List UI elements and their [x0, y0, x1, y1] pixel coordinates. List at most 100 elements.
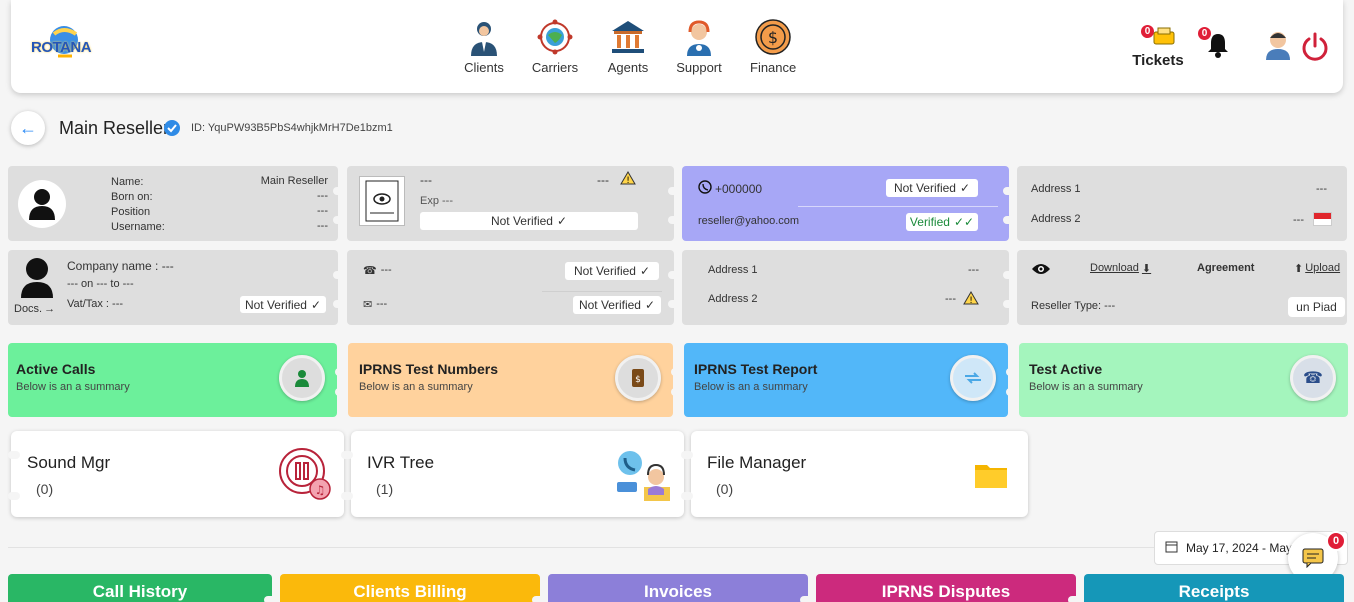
- docs-link[interactable]: Docs. →: [14, 303, 55, 315]
- upload-label: Upload: [1305, 262, 1341, 274]
- mail-icon: ✉: [363, 299, 373, 311]
- eye-icon[interactable]: [1031, 262, 1051, 281]
- svg-text:$: $: [768, 28, 778, 47]
- id-verification-status: Not Verified ✓: [420, 212, 638, 230]
- nav-agents[interactable]: Agents: [606, 18, 650, 75]
- bank-building-icon: [609, 18, 647, 56]
- nav-label-finance: Finance: [750, 60, 797, 75]
- id-number: ---: [420, 173, 432, 187]
- check-icon: ✓: [639, 264, 651, 278]
- notifications-button[interactable]: 0: [1196, 25, 1230, 63]
- profile-card: Name: Born on: Position Username: Main R…: [8, 166, 338, 241]
- company-email-status-text: Not Verified: [578, 298, 641, 312]
- company-dates: --- on --- to ---: [67, 278, 134, 290]
- id-document-image[interactable]: [359, 176, 405, 226]
- folder-icon: [974, 461, 1008, 494]
- network-globe-icon: [536, 18, 574, 56]
- tickets-button[interactable]: 0 Tickets: [1128, 22, 1188, 69]
- iprns-test-numbers-card[interactable]: IPRNS Test Numbers Below is an a summary…: [348, 343, 673, 417]
- name-value: Main Reseller: [260, 175, 328, 187]
- company-card: Docs. → Company name : --- --- on --- to …: [8, 250, 338, 325]
- address2-label: Address 2: [1031, 213, 1081, 225]
- nav-carriers[interactable]: Carriers: [530, 18, 580, 75]
- ivr-tree-card[interactable]: IVR Tree (1): [351, 431, 684, 517]
- user-avatar[interactable]: [1264, 30, 1292, 65]
- logo-text: ROTANA: [31, 39, 92, 56]
- summary-subtitle: Below is an a summary: [16, 381, 130, 393]
- summary-subtitle: Below is an a summary: [359, 381, 473, 393]
- tab-label: Call History: [92, 582, 188, 601]
- username-label: Username:: [111, 221, 165, 233]
- address2-value: ---: [1293, 214, 1304, 226]
- tab-clients-billing[interactable]: Clients Billing: [280, 574, 540, 602]
- company-contact-card: ☎ --- Not Verified ✓ ✉ --- Not Verified ✓: [347, 250, 674, 325]
- check-icon: ✓: [644, 298, 656, 312]
- support-agent-icon: [680, 18, 718, 56]
- active-calls-card[interactable]: Active Calls Below is an a summary: [8, 343, 337, 417]
- address1-value: ---: [1316, 183, 1327, 195]
- rotana-logo[interactable]: ROTANA: [28, 20, 98, 70]
- chat-count-badge: 0: [1326, 531, 1346, 551]
- iprns-test-report-card[interactable]: IPRNS Test Report Below is an a summary: [684, 343, 1008, 417]
- company-verification-status: Not Verified ✓: [240, 296, 326, 313]
- contact-card: +000000 Not Verified ✓ reseller@yahoo.com…: [682, 166, 1009, 241]
- power-logout-button[interactable]: [1300, 32, 1330, 67]
- tab-label: Receipts: [1178, 582, 1250, 601]
- summary-title: IPRNS Test Numbers: [359, 361, 498, 377]
- reseller-type: Reseller Type: ---: [1031, 300, 1116, 312]
- profile-avatar: [18, 180, 66, 228]
- summary-title: Test Active: [1029, 361, 1103, 377]
- tool-title: IVR Tree: [367, 453, 435, 472]
- sound-manager-card[interactable]: Sound Mgr (0) ♫: [11, 431, 344, 517]
- tab-call-history[interactable]: Call History: [8, 574, 272, 602]
- download-icon: ⬇: [1141, 263, 1152, 275]
- id-status-text: Not Verified: [490, 214, 553, 228]
- born-label: Born on:: [111, 191, 153, 203]
- nav-label-clients: Clients: [464, 60, 504, 75]
- company-status-text: Not Verified: [244, 297, 307, 312]
- tab-receipts[interactable]: Receipts: [1084, 574, 1344, 602]
- address-card: Address 1 --- Address 2 ---: [1017, 166, 1347, 241]
- company-address-card: Address 1 --- Address 2 --- !: [682, 250, 1009, 325]
- nav-clients[interactable]: Clients: [462, 18, 506, 75]
- agreement-card: Download ⬇ Agreement ⬆ Upload Reseller Typ…: [1017, 250, 1347, 325]
- company-email-status: Not Verified ✓: [573, 296, 661, 314]
- nav-finance[interactable]: $ Finance: [750, 18, 796, 75]
- notifications-count-badge: 0: [1196, 25, 1213, 42]
- date-range-text: May 17, 2024 - May 1: [1186, 541, 1303, 555]
- username-value: ---: [317, 220, 328, 232]
- phone-verification-status: Not Verified ✓: [886, 179, 978, 197]
- company-address2-label: Address 2: [708, 293, 758, 305]
- check-icon: ✓: [310, 297, 322, 312]
- contact-phone: +000000: [715, 181, 763, 196]
- arrow-right-icon: →: [44, 303, 56, 315]
- reseller-type-value[interactable]: un Piad: [1288, 297, 1345, 317]
- email-status-text: Verified: [909, 215, 950, 229]
- svg-text:♫: ♫: [315, 483, 326, 497]
- company-name: Company name : ---: [67, 259, 174, 273]
- company-address1-label: Address 1: [708, 264, 758, 276]
- upload-link[interactable]: ⬆ Upload: [1294, 262, 1340, 275]
- file-manager-card[interactable]: File Manager (0): [691, 431, 1028, 517]
- company-phone: ---: [380, 264, 392, 276]
- arrows-exchange-icon: [950, 355, 996, 401]
- tab-label: IPRNS Disputes: [881, 582, 1011, 601]
- id-card: --- --- ! Exp --- Not Verified ✓: [347, 166, 674, 241]
- summary-title: Active Calls: [16, 361, 96, 377]
- company-phone-status-text: Not Verified: [573, 264, 636, 278]
- user-icon: [279, 355, 325, 401]
- check-icon: ✓: [556, 214, 568, 228]
- address1-label: Address 1: [1031, 183, 1081, 195]
- business-man-icon: [465, 18, 503, 56]
- test-active-card[interactable]: Test Active Below is an a summary ☎: [1019, 343, 1348, 417]
- verified-badge-icon: [163, 119, 181, 137]
- download-link[interactable]: Download ⬇: [1090, 262, 1151, 275]
- tab-invoices[interactable]: Invoices: [548, 574, 808, 602]
- tool-count: (0): [36, 481, 54, 497]
- back-button[interactable]: ←: [11, 111, 45, 145]
- phone-status-text: Not Verified: [893, 181, 956, 195]
- tab-iprns-disputes[interactable]: IPRNS Disputes: [816, 574, 1076, 602]
- nav-support[interactable]: Support: [674, 18, 724, 75]
- double-check-icon: ✓✓: [953, 215, 975, 229]
- svg-text:!: !: [626, 176, 630, 185]
